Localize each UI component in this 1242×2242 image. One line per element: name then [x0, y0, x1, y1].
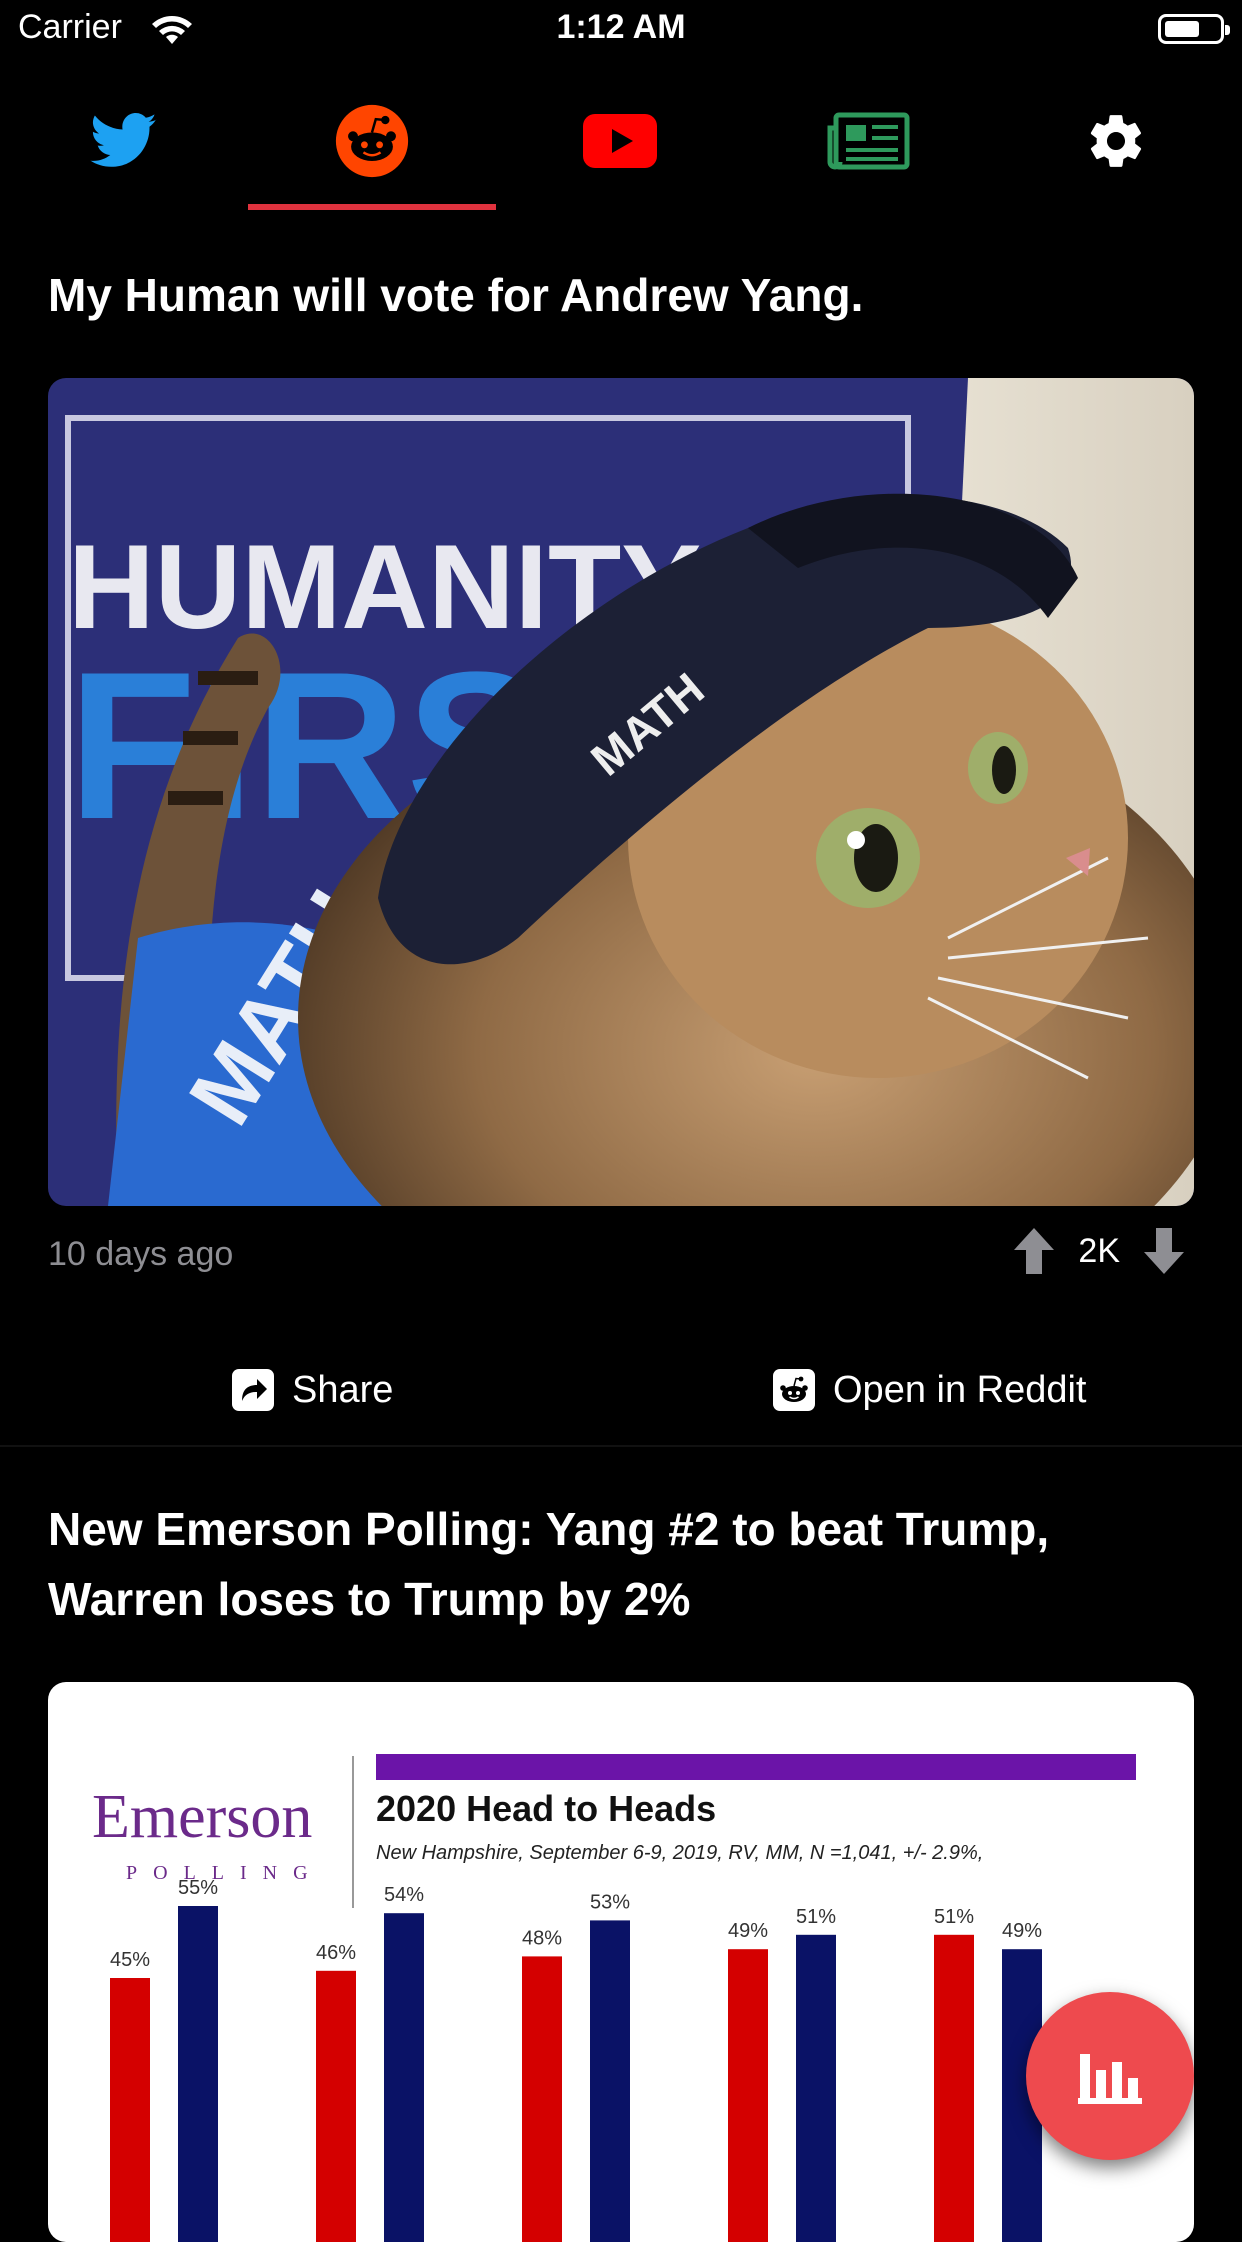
- cat-photo: HUMANITY FIRST MATH MATH: [48, 378, 1194, 1206]
- battery-icon: [1158, 14, 1230, 44]
- chart-data-label: 51%: [796, 1906, 836, 1928]
- chart-bar: [178, 1906, 218, 2242]
- share-button[interactable]: Share: [232, 1335, 393, 1445]
- post-title[interactable]: New Emerson Polling: Yang #2 to beat Tru…: [48, 1494, 1188, 1634]
- tab-twitter[interactable]: [0, 70, 248, 212]
- chart-bar: [110, 1978, 150, 2242]
- open-in-reddit-label: Open in Reddit: [833, 1368, 1087, 1411]
- clock: 1:12 AM: [556, 8, 686, 46]
- youtube-icon: [583, 114, 657, 168]
- source-tab-bar: [0, 70, 1242, 212]
- selected-tab-indicator: [248, 204, 496, 210]
- tab-reddit[interactable]: [248, 70, 496, 212]
- post-image[interactable]: HUMANITY FIRST MATH MATH: [48, 378, 1194, 1206]
- open-in-reddit-button[interactable]: Open in Reddit: [773, 1335, 1087, 1445]
- chart-bar: [522, 1956, 562, 2242]
- vote-count: 2K: [1078, 1231, 1120, 1270]
- tab-youtube[interactable]: [496, 70, 744, 212]
- reddit-icon: [335, 104, 409, 178]
- post-actions: Share Open in Reddit: [0, 1335, 1242, 1447]
- post-title[interactable]: My Human will vote for Andrew Yang.: [48, 260, 1188, 330]
- chart-data-label: 54%: [384, 1884, 424, 1906]
- chart-bar: [316, 1970, 356, 2242]
- chart-data-label: 53%: [590, 1891, 630, 1913]
- chart-bar: [728, 1949, 768, 2242]
- chart-data-label: 49%: [1002, 1920, 1042, 1942]
- poll-bar-chart: 45% 55% 46% 54% 48% 53% 49% 51% 51% 49%: [110, 1877, 1042, 2242]
- chart-data-label: 55%: [178, 1877, 218, 1899]
- chart-data-label: 51%: [934, 1906, 974, 1928]
- downvote-arrow-icon[interactable]: [1144, 1228, 1184, 1274]
- stats-fab-button[interactable]: [1026, 1992, 1194, 2160]
- chart-data-label: 46%: [316, 1942, 356, 1964]
- gear-icon: [1090, 115, 1142, 167]
- news-icon: [827, 112, 910, 170]
- reddit-logo-icon: [773, 1369, 815, 1411]
- status-bar: Carrier 1:12 AM: [0, 0, 1242, 62]
- chart-data-label: 49%: [728, 1920, 768, 1942]
- share-label: Share: [292, 1368, 394, 1411]
- poll-image[interactable]: Emerson POLLING 2020 Head to Heads New H…: [48, 1682, 1194, 2242]
- share-icon: [232, 1369, 274, 1411]
- chart-data-label: 48%: [522, 1927, 562, 1949]
- chart-bar: [384, 1913, 424, 2242]
- bar-chart-icon: [1078, 2054, 1142, 2104]
- twitter-icon: [90, 113, 157, 167]
- chart-bar: [934, 1934, 974, 2242]
- chart-data-label: 45%: [110, 1949, 150, 1971]
- vote-controls: 2K: [1014, 1228, 1184, 1274]
- tab-settings[interactable]: [992, 70, 1240, 212]
- chart-bar: [796, 1934, 836, 2242]
- post-timestamp: 10 days ago: [48, 1235, 234, 1273]
- chart-bar: [590, 1920, 630, 2242]
- upvote-arrow-icon[interactable]: [1014, 1228, 1055, 1274]
- tab-news[interactable]: [744, 70, 992, 212]
